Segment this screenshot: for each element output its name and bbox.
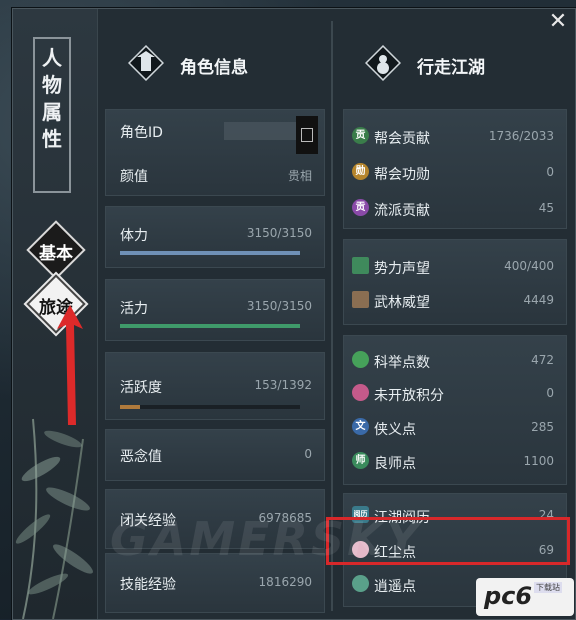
activity-bar-fill [120, 405, 140, 409]
vitality-bar [120, 324, 300, 328]
guild-contribution-row: 贡 帮会贡献 1736/2033 [344, 122, 566, 152]
martial-prestige-label: 武林威望 [374, 295, 430, 311]
left-rail: 人物属性 基本 旅途 [13, 9, 98, 619]
evil-block: 恶念值 0 [105, 429, 325, 481]
stamina-value: 3150/3150 [246, 226, 312, 240]
activity-bar [120, 405, 300, 409]
chivalry-points-row: 文 侠义点 285 [344, 413, 566, 443]
identity-block: 角色ID 颜值 贵相 [105, 109, 325, 196]
jianghu-header: 行走江湖 [335, 33, 575, 93]
flower-icon [352, 384, 369, 401]
looks-label: 颜值 [120, 169, 148, 185]
cloud-icon [352, 575, 369, 592]
jianghu-title: 行走江湖 [417, 58, 485, 78]
activity-label: 活跃度 [120, 380, 162, 396]
guild-contribution-icon: 贡 [352, 127, 369, 144]
skill-exp-row: 技能经验 1816290 [106, 568, 324, 598]
stamina-block: 体力 3150/3150 [105, 206, 325, 268]
reputation-group: 势力声望 400/400 武林威望 4449 [343, 239, 567, 325]
looks-value: 贵相 [287, 169, 312, 183]
guild-merit-label: 帮会功勋 [374, 167, 430, 183]
looks-row: 颜值 贵相 [106, 160, 324, 190]
stamina-label: 体力 [120, 228, 148, 244]
chivalry-icon: 文 [352, 418, 369, 435]
role-info-icon [128, 45, 164, 81]
school-contribution-value: 45 [538, 201, 554, 215]
faction-reputation-label: 势力声望 [374, 261, 430, 277]
carefree-points-label: 逍遥点 [374, 579, 416, 595]
faction-flag-icon [352, 257, 369, 274]
vitality-bar-fill [120, 324, 300, 328]
close-button[interactable]: ✕ [547, 11, 569, 33]
crossed-swords-icon [352, 291, 369, 308]
vitality-value: 3150/3150 [246, 299, 312, 313]
unopened-points-row: 未开放积分 0 [344, 379, 566, 409]
mentor-points-value: 1100 [523, 454, 554, 468]
evil-label: 恶念值 [120, 449, 162, 465]
school-contribution-label: 流派贡献 [374, 203, 430, 219]
guild-merit-icon: 勋 [352, 163, 369, 180]
panel-title: 人物属性 [33, 37, 71, 193]
exam-points-row: 科举点数 472 [344, 346, 566, 376]
activity-block: 活跃度 153/1392 [105, 352, 325, 420]
vitality-label: 活力 [120, 301, 148, 317]
role-info-title: 角色信息 [180, 58, 248, 78]
role-id-row: 角色ID [106, 116, 324, 154]
pc6-logo: pc6 下载站 [476, 578, 574, 616]
stamina-bar [120, 251, 300, 255]
bamboo-decoration [15, 418, 93, 619]
tab-basic-label: 基本 [39, 244, 73, 264]
unopened-points-label: 未开放积分 [374, 388, 444, 404]
watermark: GAMERSKY [110, 512, 423, 566]
faction-reputation-row: 势力声望 400/400 [344, 252, 566, 282]
mentor-points-row: 师 良师点 1100 [344, 447, 566, 477]
skill-exp-value: 1816290 [258, 575, 312, 589]
vitality-row: 活力 3150/3150 [106, 292, 324, 322]
evil-row: 恶念值 0 [106, 440, 324, 470]
guild-merit-row: 勋 帮会功勋 0 [344, 158, 566, 188]
school-contribution-icon: 贡 [352, 199, 369, 216]
martial-prestige-value: 4449 [523, 293, 554, 307]
copy-id-button[interactable] [296, 116, 318, 154]
skill-exp-label: 技能经验 [120, 577, 176, 593]
chivalry-points-label: 侠义点 [374, 422, 416, 438]
martial-prestige-row: 武林威望 4449 [344, 286, 566, 316]
faction-reputation-value: 400/400 [504, 259, 554, 273]
activity-value: 153/1392 [254, 378, 313, 392]
role-info-header: 角色信息 [98, 33, 331, 93]
role-id-label: 角色ID [120, 125, 163, 141]
stamina-bar-fill [120, 251, 300, 255]
activity-row: 活跃度 153/1392 [106, 371, 324, 401]
school-contribution-row: 贡 流派贡献 45 [344, 194, 566, 224]
mentor-points-label: 良师点 [374, 456, 416, 472]
guild-contribution-value: 1736/2033 [488, 129, 554, 143]
points-group: 科举点数 472 未开放积分 0 文 侠义点 285 师 良师点 1100 [343, 335, 567, 485]
chivalry-points-value: 285 [531, 420, 554, 434]
exam-points-value: 472 [531, 353, 554, 367]
gourd-icon [365, 45, 401, 81]
tab-basic[interactable]: 基本 [26, 220, 87, 281]
mentor-icon: 师 [352, 452, 369, 469]
copy-icon [301, 128, 313, 142]
guild-contribution-label: 帮会贡献 [374, 131, 430, 147]
unopened-points-value: 0 [546, 386, 554, 400]
exam-points-label: 科举点数 [374, 355, 430, 371]
evil-value: 0 [304, 447, 312, 461]
vitality-block: 活力 3150/3150 [105, 279, 325, 341]
guild-group: 贡 帮会贡献 1736/2033 勋 帮会功勋 0 贡 流派贡献 45 [343, 109, 567, 229]
stamina-row: 体力 3150/3150 [106, 219, 324, 249]
role-id-redacted [224, 122, 300, 140]
exam-points-icon [352, 351, 369, 368]
guild-merit-value: 0 [546, 165, 554, 179]
